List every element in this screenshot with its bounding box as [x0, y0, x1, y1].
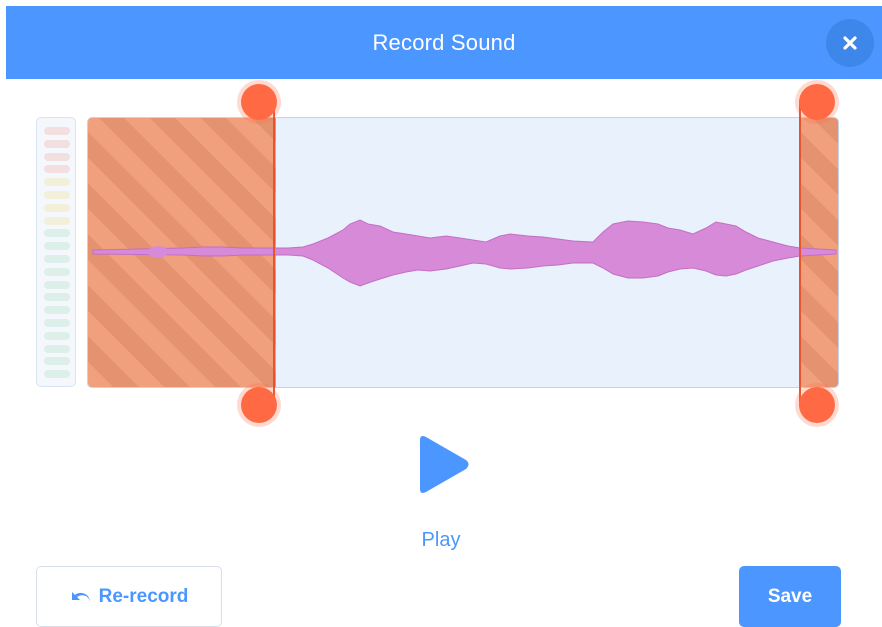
meter-segment	[44, 293, 70, 302]
meter-segment	[44, 178, 70, 187]
meter-segment	[44, 203, 70, 212]
close-icon	[843, 36, 857, 50]
meter-segment	[44, 255, 70, 263]
play-label: Play	[421, 529, 461, 551]
meter-segment	[44, 280, 70, 289]
dialog-header: Record Sound	[6, 6, 882, 79]
meter-segment	[44, 216, 70, 225]
rerecord-label: Re-record	[98, 585, 189, 607]
meter-segment	[44, 306, 70, 315]
dialog-title: Record Sound	[372, 29, 516, 55]
waveform	[92, 219, 837, 287]
meter-segment	[44, 331, 70, 340]
trim-end-handle-top[interactable]	[799, 84, 835, 120]
meter-segment	[44, 344, 70, 353]
meter-segment	[44, 139, 70, 148]
undo-icon	[71, 591, 90, 602]
save-button[interactable]: Save	[739, 566, 841, 627]
meter-segment	[44, 370, 70, 379]
meter-segment	[44, 319, 70, 327]
meter-segment	[44, 165, 70, 174]
trim-end-handle-bottom[interactable]	[799, 387, 835, 423]
play-icon	[420, 436, 469, 493]
trim-line-start	[273, 100, 275, 407]
meter-segment	[44, 229, 70, 238]
meter-segment	[44, 267, 70, 276]
rerecord-button[interactable]: Re-record	[36, 566, 222, 627]
trim-line-end	[799, 100, 801, 407]
meter-segment	[44, 191, 70, 199]
close-button[interactable]	[826, 19, 874, 67]
waveform-panel[interactable]	[87, 117, 839, 388]
level-meter	[36, 117, 76, 387]
meter-segment	[44, 152, 70, 161]
meter-segment	[44, 242, 70, 251]
trim-start-handle-top[interactable]	[241, 84, 277, 120]
meter-segment	[44, 357, 70, 366]
play-button[interactable]	[406, 430, 476, 500]
trim-start-handle-bottom[interactable]	[241, 387, 277, 423]
meter-segment	[44, 127, 70, 135]
save-label: Save	[767, 585, 813, 607]
